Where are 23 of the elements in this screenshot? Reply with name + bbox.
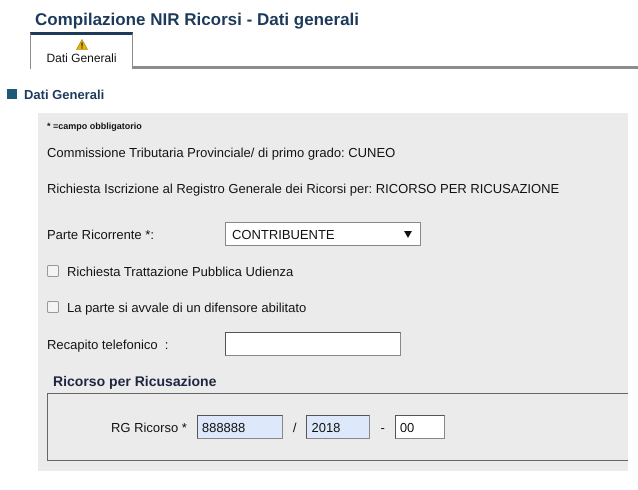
field-label: Recapito telefonico : (47, 336, 170, 352)
subsection-title: Ricorso per Ricusazione (52, 372, 218, 391)
checkbox-label: La parte si avvale di un difensore abilitato (67, 300, 306, 314)
phone-input-field[interactable] (225, 332, 401, 356)
separator-text: / (292, 420, 296, 434)
required-note: * =campo obbligatorio (47, 121, 143, 133)
checkbox-label: Richiesta Trattazione Pubblica Udienza (67, 264, 294, 278)
info-text: Richiesta Iscrizione al Registro Generale dei Ricorsi per: RICORSO PER RICUSAZIONE (47, 180, 560, 198)
dropdown-caret-icon (404, 230, 412, 238)
field-label: Parte Ricorrente *: (47, 226, 155, 242)
checkbox[interactable] (47, 301, 59, 313)
info-text: Commissione Tributaria Provinciale/ di primo grado: CUNEO (47, 144, 396, 162)
rg-input-field[interactable]: 2018 (306, 415, 370, 439)
page-title: Compilazione NIR Ricorsi - Dati generali (34, 9, 360, 31)
checkbox[interactable] (47, 265, 59, 277)
rg-input-field[interactable]: 00 (394, 415, 445, 439)
field-label: RG Ricorso * (111, 420, 187, 434)
separator-text: - (380, 420, 385, 434)
tab[interactable]: Dati Generali (30, 32, 133, 69)
section-marker-icon (7, 89, 17, 99)
parte-ricorrente-select[interactable]: CONTRIBUENTE (225, 222, 421, 246)
section-title: Dati Generali (24, 86, 104, 102)
rg-input-field[interactable]: 888888 (196, 415, 283, 439)
